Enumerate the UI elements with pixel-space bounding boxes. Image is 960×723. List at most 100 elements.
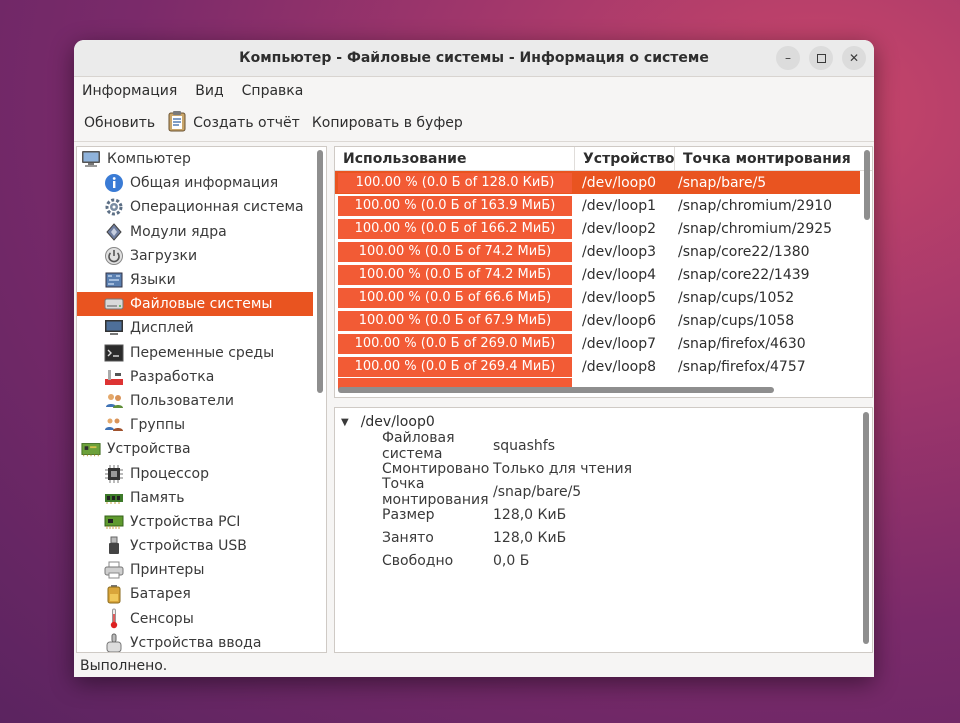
copy-to-clipboard-button[interactable]: Копировать в буфер	[312, 115, 463, 131]
detail-key: Файловая система	[382, 429, 455, 462]
table-hscrollbar[interactable]	[338, 387, 774, 393]
sidebar-item[interactable]: Файловые системы	[77, 292, 313, 317]
device-cell: /dev/loop5	[582, 289, 657, 306]
flag-icon	[104, 270, 124, 290]
sidebar-item-label: Батарея	[130, 586, 191, 603]
sidebar-item[interactable]: Устройства PCI	[77, 510, 326, 534]
minimize-button[interactable]: –	[776, 46, 800, 70]
detail-value: /snap/bare/5	[493, 483, 582, 500]
detail-row: Занято 128,0 КиБ	[335, 526, 872, 549]
detail-key: Точка монтирования	[382, 475, 489, 508]
maximize-icon	[816, 53, 826, 63]
sidebar-item-label: Устройства PCI	[130, 513, 241, 530]
computer-icon	[81, 149, 101, 169]
module-icon	[104, 222, 124, 242]
detail-value: 128,0 КиБ	[493, 506, 567, 523]
group-icon	[104, 415, 124, 435]
sidebar-item[interactable]: Операционная система	[77, 195, 326, 219]
mount-cell: /snap/core22/1380	[678, 243, 810, 260]
info-icon	[104, 173, 124, 193]
detail-value: 0,0 Б	[493, 552, 530, 569]
table-row[interactable]: 100.00 % (0.0 Б of 67.9 МиБ) /dev/loop6/s…	[335, 309, 872, 332]
col-mount-header[interactable]: Точка монтирования	[675, 147, 865, 171]
close-button[interactable]: ✕	[842, 46, 866, 70]
device-cell: /dev/loop8	[582, 358, 657, 375]
table-vscrollbar[interactable]	[864, 150, 870, 220]
sidebar-item-label: Пользователи	[130, 392, 234, 409]
sidebar-item-label: Файловые системы	[130, 296, 273, 313]
menu-help[interactable]: Справка	[242, 83, 304, 99]
sidebar-item[interactable]: Устройства ввода	[77, 631, 326, 652]
sidebar-item-label: Компьютер	[107, 151, 191, 168]
sidebar-item-label: Устройства	[107, 441, 191, 458]
refresh-button[interactable]: Обновить	[84, 115, 155, 131]
sidebar-item-label: Устройства ввода	[130, 634, 262, 651]
detail-value: 128,0 КиБ	[493, 529, 567, 546]
clipboard-icon	[167, 110, 187, 136]
sidebar-item[interactable]: Компьютер	[77, 147, 326, 171]
usage-bar: 100.00 % (0.0 Б of 74.2 МиБ)	[338, 241, 572, 262]
device-cell: /dev/loop3	[582, 243, 657, 260]
gear-icon	[104, 197, 124, 217]
table-row[interactable]: 100.00 % (0.0 Б of 128.0 КиБ) /dev/loop0 /…	[335, 171, 860, 194]
sidebar-item[interactable]: Разработка	[77, 365, 326, 389]
filesystem-table[interactable]: Использование Устройство Точка монтирова…	[334, 146, 873, 398]
expander-down-icon[interactable]: ▼	[341, 417, 349, 428]
detail-row: Свободно 0,0 Б	[335, 549, 872, 572]
table-row[interactable]: 100.00 % (0.0 Б of 163.9 МиБ) /dev/loop1 /…	[335, 194, 872, 217]
col-usage-header[interactable]: Использование	[335, 147, 575, 171]
sidebar-item[interactable]: Загрузки	[77, 244, 326, 268]
sidebar-item-label: Операционная система	[130, 199, 304, 216]
sidebar-item[interactable]: Устройства	[77, 437, 326, 461]
tree-scrollbar[interactable]	[317, 150, 323, 393]
table-row[interactable]: 100.00 % (0.0 Б of 74.2 МиБ) /dev/loop3/s…	[335, 240, 872, 263]
col-device-header[interactable]: Устройство	[575, 147, 675, 171]
drive-icon	[104, 294, 124, 314]
title-bar[interactable]: Компьютер - Файловые системы - Информаци…	[74, 40, 874, 77]
sidebar-item[interactable]: Дисплей	[77, 316, 326, 340]
detail-row: Размер 128,0 КиБ	[335, 503, 872, 526]
sidebar-item[interactable]: Принтеры	[77, 558, 326, 582]
sidebar-item[interactable]: Батарея	[77, 582, 326, 606]
usage-bar: 100.00 % (0.0 Б of 67.9 МиБ)	[338, 310, 572, 331]
refresh-label: Обновить	[84, 114, 156, 131]
sidebar-item-label: Модули ядра	[130, 223, 227, 240]
device-cell: /dev/loop6	[582, 312, 657, 329]
sidebar-item-label: Группы	[130, 417, 186, 434]
sidebar-item[interactable]: Группы	[77, 413, 326, 437]
cpu-icon	[104, 464, 124, 484]
sidebar-item[interactable]: Пользователи	[77, 389, 326, 413]
usb-icon	[104, 536, 124, 556]
details-scrollbar[interactable]	[863, 412, 869, 644]
sidebar-item[interactable]: Модули ядра	[77, 220, 326, 244]
sidebar-item[interactable]: Процессор	[77, 461, 326, 485]
mount-cell: /snap/chromium/2925	[678, 220, 833, 237]
keyboard-icon	[104, 633, 124, 652]
usage-bar: 100.00 % (0.0 Б of 128.0 КиБ)	[338, 172, 572, 193]
sidebar-item-label: Загрузки	[130, 247, 198, 264]
sidebar-item[interactable]: Переменные среды	[77, 341, 326, 365]
sidebar-item[interactable]: Память	[77, 486, 326, 510]
sidebar-item[interactable]: Языки	[77, 268, 326, 292]
mount-cell: /snap/firefox/4630	[678, 335, 806, 352]
table-row[interactable]: 100.00 % (0.0 Б of 269.0 МиБ) /dev/loop7 /…	[335, 332, 872, 355]
menu-info[interactable]: Информация	[82, 83, 177, 99]
detail-key: Размер	[382, 506, 435, 523]
power-icon	[104, 246, 124, 266]
maximize-button[interactable]	[809, 46, 833, 70]
create-report-button[interactable]: Создать отчёт	[167, 110, 300, 136]
table-row[interactable]: 100.00 % (0.0 Б of 66.6 МиБ) /dev/loop5/s…	[335, 286, 872, 309]
table-row[interactable]: 100.00 % (0.0 Б of 74.2 МиБ) /dev/loop4/s…	[335, 263, 872, 286]
sidebar-item-label: Память	[130, 489, 185, 506]
devel-icon	[104, 367, 124, 387]
minimize-icon: –	[785, 51, 791, 65]
usage-bar: 100.00 % (0.0 Б of 269.4 МиБ)	[338, 356, 572, 377]
detail-key: Занято	[382, 529, 434, 546]
sidebar-item[interactable]: Устройства USB	[77, 534, 326, 558]
category-tree[interactable]: Компьютер Общая информация Операционная си…	[76, 146, 327, 653]
menu-view[interactable]: Вид	[195, 83, 223, 99]
table-row[interactable]: 100.00 % (0.0 Б of 166.2 МиБ) /dev/loop2 /…	[335, 217, 872, 240]
sidebar-item[interactable]: Общая информация	[77, 171, 326, 195]
table-row[interactable]: 100.00 % (0.0 Б of 269.4 МиБ) /dev/loop8 /…	[335, 355, 872, 378]
sidebar-item[interactable]: Сенсоры	[77, 607, 326, 631]
